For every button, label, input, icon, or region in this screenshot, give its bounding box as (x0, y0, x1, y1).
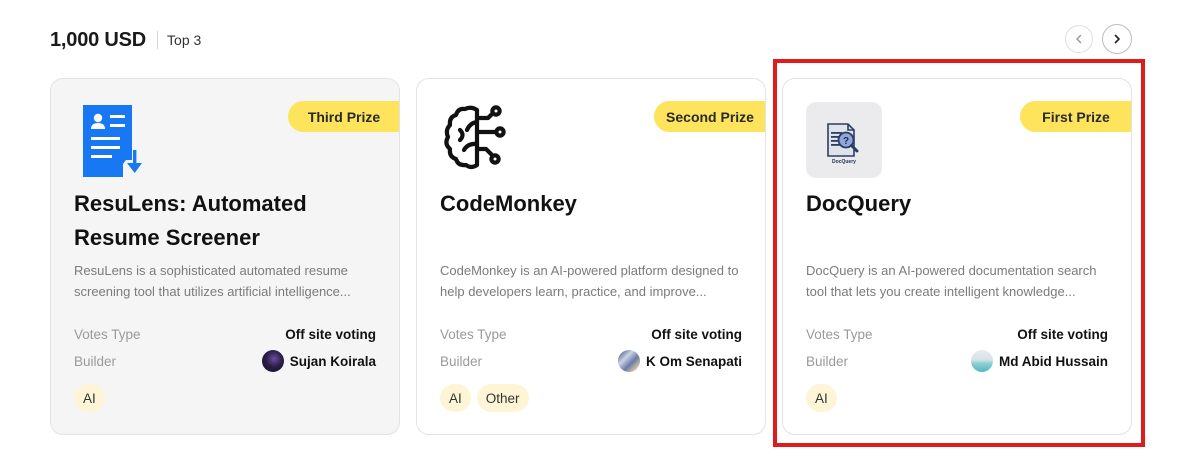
brain-circuit-icon (440, 102, 516, 178)
section-header: 1,000 USD Top 3 (50, 28, 201, 52)
votes-type-row: Votes Type Off site voting (74, 324, 376, 344)
project-title[interactable]: ResuLens: Automated Resume Screener (74, 187, 374, 255)
builder-name: Sujan Koirala (289, 353, 376, 369)
previous-button[interactable] (1065, 25, 1093, 53)
avatar (261, 350, 284, 372)
tag-ai[interactable]: AI (440, 384, 471, 412)
docquery-logo-text: DocQuery (832, 159, 856, 165)
tag-list: AI Other (440, 384, 529, 412)
project-description: DocQuery is an AI-powered documentation … (806, 263, 1097, 299)
project-card-codemonkey[interactable]: Second Prize CodeMonkey CodeMonkey is an… (416, 78, 766, 435)
project-card-docquery[interactable]: First Prize ? DocQuery DocQuery DocQuery… (782, 78, 1132, 435)
chevron-right-icon (1114, 34, 1120, 44)
tag-list: AI (806, 384, 837, 412)
builder-label: Builder (806, 353, 849, 369)
builder-row: Builder Md Abid Hussain (806, 350, 1108, 372)
prize-badge: Second Prize (654, 101, 765, 132)
project-title[interactable]: DocQuery (806, 187, 1106, 221)
votes-type-row: Votes Type Off site voting (440, 324, 742, 344)
builder-info[interactable]: Md Abid Hussain (970, 350, 1108, 372)
tag-ai[interactable]: AI (74, 384, 105, 412)
votes-type-row: Votes Type Off site voting (806, 324, 1108, 344)
builder-info[interactable]: K Om Senapati (617, 350, 742, 372)
votes-type-label: Votes Type (74, 326, 141, 342)
project-description: ResuLens is a sophisticated automated re… (74, 263, 351, 299)
project-title[interactable]: CodeMonkey (440, 187, 740, 221)
tag-list: AI (74, 384, 105, 412)
chevron-left-icon (1076, 34, 1082, 44)
avatar (617, 350, 640, 372)
builder-row: Builder K Om Senapati (440, 350, 742, 372)
votes-type-label: Votes Type (440, 326, 507, 342)
builder-row: Builder Sujan Koirala (74, 350, 376, 372)
prize-badge: Third Prize (288, 101, 399, 132)
votes-type-value: Off site voting (285, 326, 376, 342)
prize-amount: 1,000 USD (50, 28, 147, 51)
prize-badge: First Prize (1020, 101, 1131, 132)
svg-text:?: ? (843, 136, 849, 147)
docquery-logo-icon: ? DocQuery (806, 102, 882, 178)
builder-name: K Om Senapati (645, 353, 742, 369)
avatar (970, 350, 993, 372)
builder-label: Builder (440, 353, 483, 369)
top-label: Top 3 (167, 32, 202, 48)
votes-type-value: Off site voting (1017, 326, 1108, 342)
builder-name: Md Abid Hussain (998, 353, 1108, 369)
project-card-resulens[interactable]: Third Prize ResuLens: Automated Resume S… (50, 78, 400, 435)
votes-type-value: Off site voting (651, 326, 742, 342)
project-description: CodeMonkey is an AI-powered platform des… (440, 263, 739, 299)
resume-document-icon (74, 102, 150, 178)
next-button[interactable] (1102, 24, 1132, 54)
votes-type-label: Votes Type (806, 326, 873, 342)
tag-other[interactable]: Other (476, 384, 529, 412)
builder-label: Builder (74, 353, 117, 369)
tag-ai[interactable]: AI (806, 384, 837, 412)
builder-info[interactable]: Sujan Koirala (261, 350, 376, 372)
header-divider (157, 31, 159, 49)
